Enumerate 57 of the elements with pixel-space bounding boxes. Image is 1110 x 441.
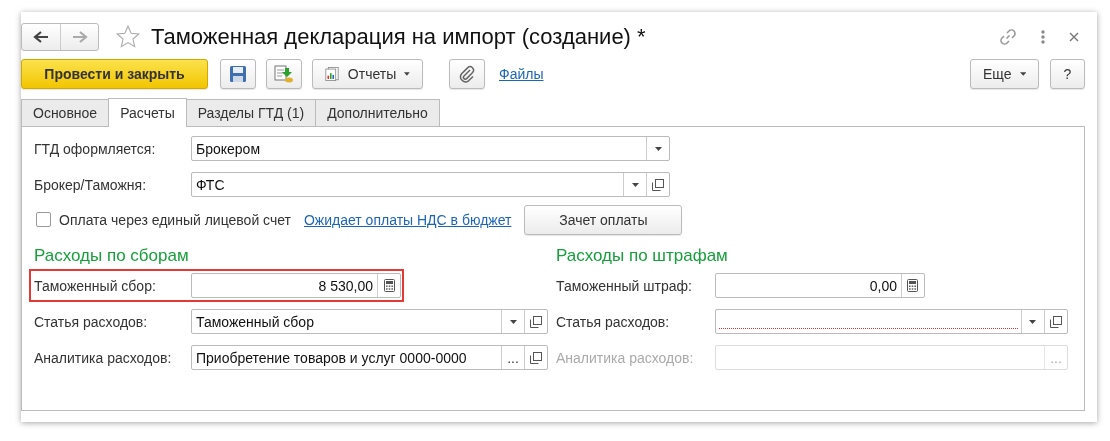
field-label: Статья расходов: (556, 313, 671, 330)
caret-icon (509, 319, 517, 324)
post-and-close-button[interactable]: Провести и закрыть (21, 59, 208, 89)
caret-icon (654, 146, 662, 151)
select-field[interactable]: Таможенный сбор (191, 309, 548, 334)
select-field[interactable]: ФТС (191, 172, 670, 197)
select-field[interactable]: Приобретение товаров и услуг 0000-0000 ... (191, 345, 548, 370)
more-button[interactable]: Еще (970, 59, 1039, 89)
select-field[interactable] (715, 309, 1068, 334)
floppy-icon (229, 65, 247, 83)
attach-button[interactable] (449, 59, 485, 89)
checkbox[interactable] (36, 212, 51, 227)
tab[interactable]: Дополнительно (315, 99, 440, 126)
section-title: Расходы по сборам (34, 246, 190, 267)
field-label: ГТД оформляется: (34, 140, 157, 157)
select-field[interactable]: Брокером (191, 136, 670, 161)
vat-payment-link[interactable]: Ожидает оплаты НДС в бюджет (303, 211, 512, 228)
field-label: Статья расходов: (34, 313, 149, 330)
section-title: Расходы по штрафам (556, 246, 729, 267)
select-button[interactable]: ... (501, 346, 524, 369)
tab[interactable]: Расчеты (108, 98, 187, 127)
reports-button[interactable]: Отчеты (312, 59, 423, 89)
field-label: Таможенный сбор: (34, 277, 157, 294)
field-label: Аналитика расходов: (556, 349, 695, 366)
checkbox-label: Оплата через единый лицевой счет (59, 211, 291, 228)
open-window-icon (1050, 315, 1062, 328)
open-window-icon (530, 351, 542, 364)
caret-icon (1019, 72, 1026, 76)
right-arrow-icon (71, 31, 88, 43)
help-button[interactable]: ? (1050, 59, 1085, 89)
open-window-icon (530, 315, 542, 328)
save-button[interactable] (220, 59, 256, 89)
calculator-icon (383, 279, 395, 292)
field-label: Таможенный штраф: (556, 277, 693, 294)
files-link[interactable]: Файлы (499, 66, 544, 82)
caret-icon (1029, 319, 1037, 324)
tab[interactable]: Разделы ГТД (1) (185, 99, 317, 126)
window-title: Таможенная декларация на импорт (создание) * (151, 24, 647, 50)
close-icon[interactable] (1069, 32, 1079, 42)
left-arrow-icon (33, 31, 49, 43)
offset-payment-button[interactable]: Зачет оплаты (524, 204, 683, 235)
amount-field[interactable]: 0,00 (715, 273, 925, 298)
caret-icon (631, 182, 639, 187)
field-label: Брокер/Таможня: (34, 176, 148, 193)
paperclip-icon (459, 65, 475, 83)
tab[interactable]: Основное (21, 99, 110, 126)
star-icon[interactable] (115, 24, 141, 50)
caret-icon (404, 72, 410, 76)
more-icon[interactable] (1041, 30, 1045, 44)
post-button[interactable] (266, 59, 302, 89)
link-icon[interactable] (999, 28, 1017, 46)
report-icon (325, 65, 340, 83)
open-window-icon (652, 178, 664, 191)
calculator-icon (907, 279, 919, 292)
field-label: Аналитика расходов: (34, 349, 173, 366)
document-arrow-icon (274, 64, 294, 84)
amount-field[interactable]: 8 530,00 (191, 273, 401, 298)
